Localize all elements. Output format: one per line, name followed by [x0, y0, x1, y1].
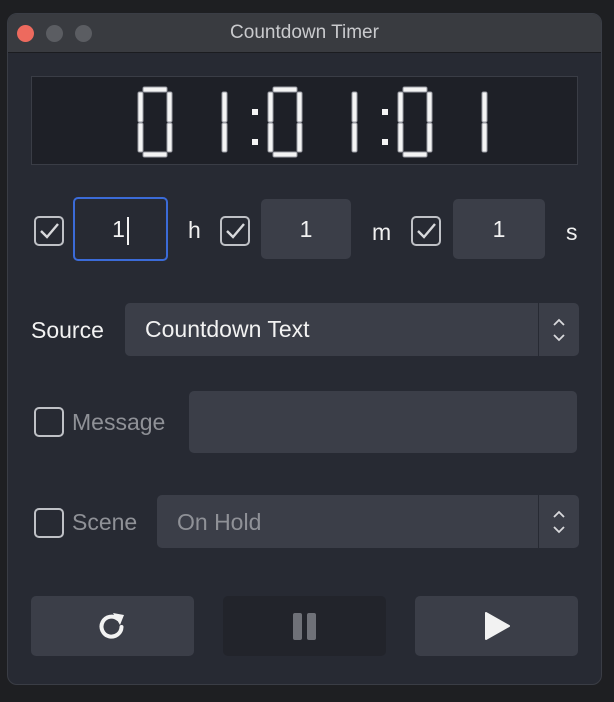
segment-b	[221, 91, 228, 123]
segment-b	[351, 91, 358, 123]
segment-a	[402, 86, 428, 93]
minutes-input[interactable]: 1	[261, 199, 351, 259]
segment-b	[426, 91, 433, 123]
reset-button[interactable]	[31, 596, 194, 656]
source-label: Source	[31, 317, 104, 343]
segment-c	[166, 122, 173, 153]
text-cursor	[126, 216, 129, 245]
message-checkbox[interactable]	[34, 407, 64, 437]
scene-label: Scene	[72, 509, 138, 535]
source-select-arrows[interactable]	[538, 303, 579, 356]
minutes-checkbox[interactable]	[220, 216, 250, 246]
message-input[interactable]	[189, 391, 577, 453]
segment-a	[272, 86, 298, 93]
segment-e	[397, 122, 404, 153]
segment-d	[142, 151, 168, 158]
segment-d	[272, 151, 298, 158]
segment-c	[426, 122, 433, 153]
play-icon	[485, 612, 510, 640]
segment-e	[267, 122, 274, 153]
segment-b	[166, 91, 173, 123]
scene-select[interactable]: On Hold	[157, 495, 579, 548]
hours-input[interactable]: 1	[73, 197, 168, 261]
segment-a	[142, 86, 168, 93]
title-bar: Countdown Timer	[8, 14, 601, 53]
timer-display	[31, 76, 578, 165]
pause-button[interactable]	[223, 596, 386, 656]
segment-c	[351, 122, 358, 153]
segment-c	[296, 122, 303, 153]
countdown-timer-window: Countdown Timer 1 h 1 m 1 s Source Count…	[7, 13, 602, 685]
pause-icon	[293, 613, 316, 640]
colon-dot	[252, 109, 258, 115]
checkmark-icon	[40, 223, 59, 239]
segment-d	[402, 151, 428, 158]
scene-value: On Hold	[177, 509, 262, 535]
segment-b	[481, 91, 488, 123]
seconds-input[interactable]: 1	[453, 199, 545, 259]
segment-f	[267, 91, 274, 123]
seconds-unit: s	[566, 219, 578, 245]
segment-f	[397, 91, 404, 123]
colon-dot	[382, 109, 388, 115]
segment-f	[137, 91, 144, 123]
scene-select-arrows[interactable]	[538, 495, 579, 548]
minutes-unit: m	[372, 219, 392, 245]
checkmark-icon	[417, 223, 436, 239]
seven-segment-readout	[137, 86, 488, 158]
hours-unit: h	[188, 217, 201, 243]
segment-c	[221, 122, 228, 153]
hours-checkbox[interactable]	[34, 216, 64, 246]
segment-c	[481, 122, 488, 153]
scene-checkbox[interactable]	[34, 508, 64, 538]
checkmark-icon	[226, 223, 245, 239]
window-title: Countdown Timer	[230, 22, 379, 43]
source-select[interactable]: Countdown Text	[125, 303, 579, 356]
play-button[interactable]	[415, 596, 578, 656]
chevron-up-down-icon	[553, 510, 565, 534]
colon-dot	[252, 139, 258, 145]
message-label: Message	[72, 409, 166, 435]
colon-dot	[382, 139, 388, 145]
reload-icon	[99, 613, 124, 639]
segment-e	[137, 122, 144, 153]
segment-b	[296, 91, 303, 123]
seconds-checkbox[interactable]	[411, 216, 441, 246]
source-value: Countdown Text	[145, 316, 310, 342]
chevron-up-down-icon	[553, 318, 565, 342]
